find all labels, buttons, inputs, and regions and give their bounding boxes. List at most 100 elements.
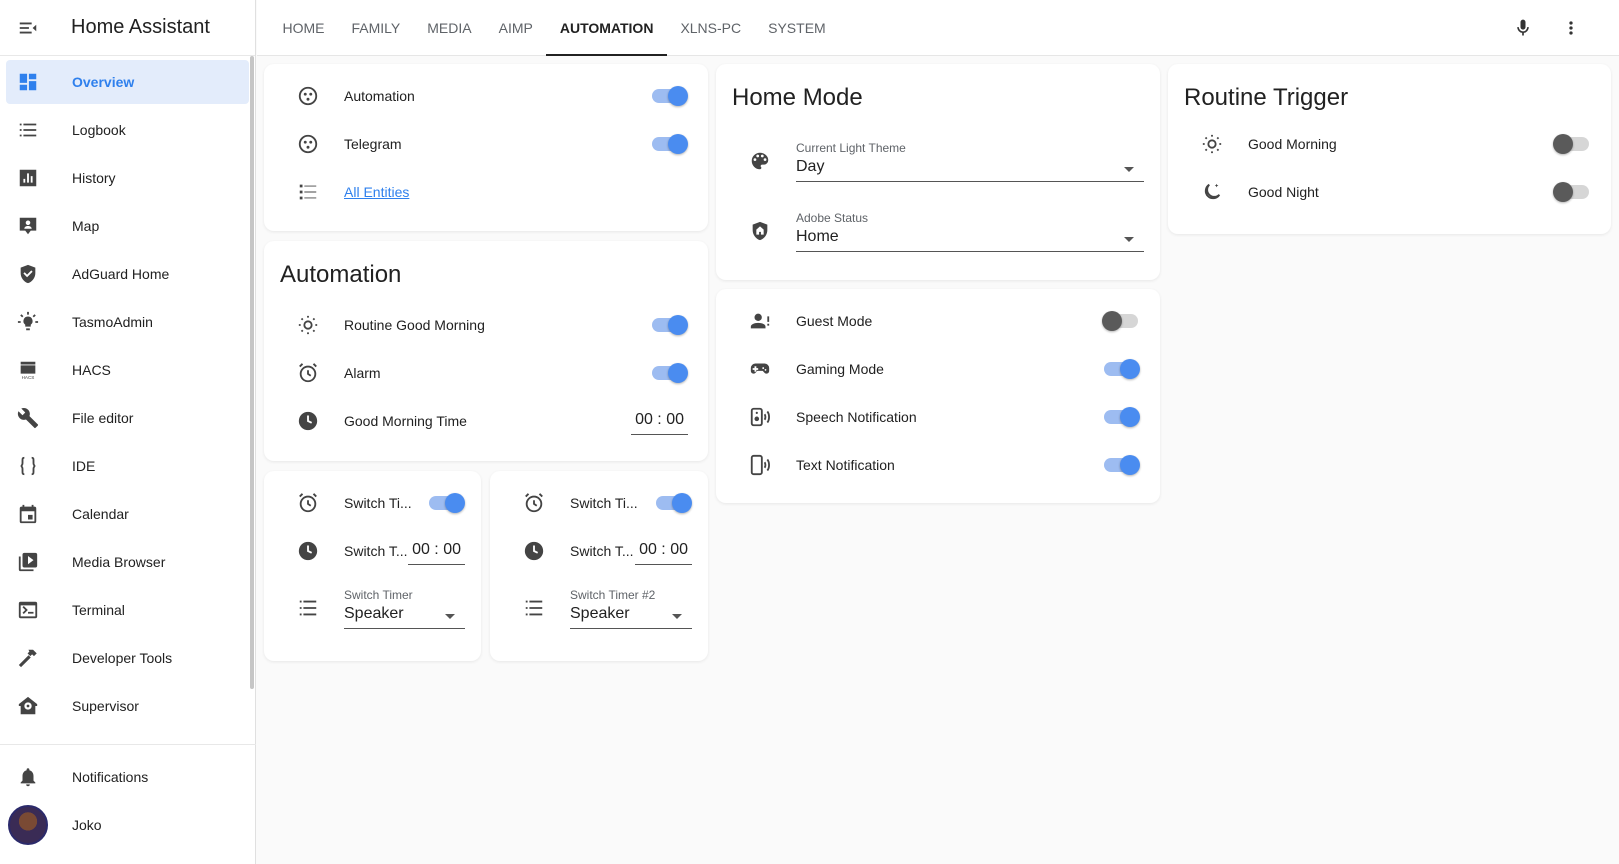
sidebar-header: Home Assistant xyxy=(0,0,255,56)
light-theme-select[interactable]: Current Light Theme Day xyxy=(796,141,1144,182)
sidebar-item-label: Supervisor xyxy=(72,698,139,714)
overview-icon xyxy=(6,71,50,93)
select-row: Adobe Status Home xyxy=(732,196,1144,266)
menu-toggle-button[interactable] xyxy=(0,0,56,56)
sidebar-item-calendar[interactable]: Calendar xyxy=(6,492,249,536)
sidebar-item-history[interactable]: History xyxy=(6,156,249,200)
hacs-icon: HACS xyxy=(6,359,50,381)
speech-notification-toggle[interactable] xyxy=(1102,407,1140,427)
guest-mode-toggle[interactable] xyxy=(1102,311,1140,331)
tab-system[interactable]: SYSTEM xyxy=(755,0,840,56)
routine-trigger-card: Routine Trigger Good Morning Good Night xyxy=(1168,64,1611,234)
switch-timer-2-card: Switch Ti... Switch T... 00 : 00 Switch … xyxy=(490,471,708,661)
entity-row: Guest Mode xyxy=(740,297,1140,345)
entity-label: Automation xyxy=(344,88,415,104)
sidebar-item-supervisor[interactable]: Supervisor xyxy=(6,684,249,728)
all-entities-link[interactable]: All Entities xyxy=(344,184,688,200)
tab-home[interactable]: HOME xyxy=(269,0,338,56)
sidebar-item-user[interactable]: Joko xyxy=(6,803,250,847)
calendar-icon xyxy=(6,503,50,525)
entity-row: Good Morning Time 00 : 00 xyxy=(280,397,688,445)
switch-timer-toggle[interactable] xyxy=(427,493,465,513)
sidebar-item-tasmoadmin[interactable]: TasmoAdmin xyxy=(6,300,249,344)
menu-open-icon xyxy=(19,22,37,33)
entities-card: Automation Telegram All Entities xyxy=(264,64,708,231)
card-title: Routine Trigger xyxy=(1184,84,1349,111)
sidebar-item-developer-tools[interactable]: Developer Tools xyxy=(6,636,249,680)
cellphone-wireless-icon xyxy=(740,454,780,476)
entity-label: Switch Ti... xyxy=(570,495,638,511)
voice-button[interactable] xyxy=(1499,4,1547,52)
map-icon xyxy=(6,215,50,237)
sidebar-item-label: History xyxy=(72,170,116,186)
good-morning-toggle[interactable] xyxy=(1553,134,1591,154)
tab-media[interactable]: MEDIA xyxy=(414,0,485,56)
avatar-container xyxy=(6,805,50,845)
palette-icon xyxy=(740,150,780,172)
entity-label: Switch T... xyxy=(570,543,634,559)
select-label: Switch Timer #2 xyxy=(570,587,656,602)
automation-card: Automation Routine Good Morning Alarm Go… xyxy=(264,241,708,461)
format-list-icon xyxy=(514,597,554,619)
sidebar-item-file-editor[interactable]: File editor xyxy=(6,396,249,440)
format-list-icon xyxy=(288,597,328,619)
entity-row: Good Night xyxy=(1184,168,1591,216)
home-mode-card: Home Mode Current Light Theme Day Adobe … xyxy=(716,64,1160,280)
tab-family[interactable]: FAMILY xyxy=(338,0,414,56)
good-morning-time-input[interactable]: 00 : 00 xyxy=(631,407,688,435)
sidebar-item-notifications[interactable]: Notifications xyxy=(6,755,250,799)
text-notification-toggle[interactable] xyxy=(1102,455,1140,475)
microphone-icon xyxy=(1517,19,1529,35)
modes-card: Guest Mode Gaming Mode Speech Notificati… xyxy=(716,289,1160,503)
sidebar-item-label: Joko xyxy=(72,817,102,833)
entity-row: Text Notification xyxy=(740,441,1140,489)
more-menu-button[interactable] xyxy=(1547,4,1595,52)
alarm-icon xyxy=(288,362,328,384)
good-night-toggle[interactable] xyxy=(1553,182,1591,202)
alarm-icon xyxy=(514,492,554,514)
sidebar-scrollbar[interactable] xyxy=(250,56,254,689)
entity-label: Routine Good Morning xyxy=(344,317,485,333)
app-title: Home Assistant xyxy=(71,16,210,38)
sidebar-item-ide[interactable]: IDE xyxy=(6,444,249,488)
shield-check-icon xyxy=(6,263,50,285)
gaming-mode-toggle[interactable] xyxy=(1102,359,1140,379)
tab-xlns-pc[interactable]: XLNS-PC xyxy=(667,0,755,56)
select-row: Current Light Theme Day xyxy=(732,126,1144,196)
shield-home-icon xyxy=(740,220,780,242)
switch-timer-select[interactable]: Switch Timer Speaker xyxy=(344,588,465,629)
sidebar-item-hacs[interactable]: HACS HACS xyxy=(6,348,249,392)
sidebar-nav: Overview Logbook History Map AdGuard Hom… xyxy=(0,56,255,728)
sidebar-item-overview[interactable]: Overview xyxy=(6,60,249,104)
telegram-toggle[interactable] xyxy=(650,134,688,154)
top-toolbar: HOME FAMILY MEDIA AIMP AUTOMATION XLNS-P… xyxy=(257,0,1619,56)
entity-label: Good Morning Time xyxy=(344,413,467,429)
sidebar-item-map[interactable]: Map xyxy=(6,204,249,248)
card-title: Home Mode xyxy=(732,84,863,111)
switch-timer-time-input[interactable]: 00 : 00 xyxy=(408,537,465,565)
bell-icon xyxy=(6,766,50,788)
switch-timer-card: Switch Ti... Switch T... 00 : 00 Switch … xyxy=(264,471,481,661)
avatar xyxy=(8,805,48,845)
sidebar-item-label: Map xyxy=(72,218,100,234)
entity-label: Switch T... xyxy=(344,543,408,559)
switch-timer-2-toggle[interactable] xyxy=(654,493,692,513)
switch-timer-2-time-input[interactable]: 00 : 00 xyxy=(635,537,692,565)
sidebar-item-label: File editor xyxy=(72,410,134,426)
sidebar-item-adguard-home[interactable]: AdGuard Home xyxy=(6,252,249,296)
entity-row: Switch T... 00 : 00 xyxy=(514,527,692,575)
routine-good-morning-toggle[interactable] xyxy=(650,315,688,335)
entity-row: Speech Notification xyxy=(740,393,1140,441)
adobe-status-select[interactable]: Adobe Status Home xyxy=(796,211,1144,252)
automation-toggle[interactable] xyxy=(650,86,688,106)
entity-row: Switch Ti... xyxy=(514,479,692,527)
lightbulb-icon xyxy=(6,311,50,333)
tab-automation[interactable]: AUTOMATION xyxy=(546,0,667,56)
tab-aimp[interactable]: AIMP xyxy=(485,0,546,56)
entity-label: Alarm xyxy=(344,365,381,381)
switch-timer-2-select[interactable]: Switch Timer #2 Speaker xyxy=(570,588,692,629)
sidebar-item-logbook[interactable]: Logbook xyxy=(6,108,249,152)
sidebar-item-terminal[interactable]: Terminal xyxy=(6,588,249,632)
alarm-toggle[interactable] xyxy=(650,363,688,383)
sidebar-item-media-browser[interactable]: Media Browser xyxy=(6,540,249,584)
